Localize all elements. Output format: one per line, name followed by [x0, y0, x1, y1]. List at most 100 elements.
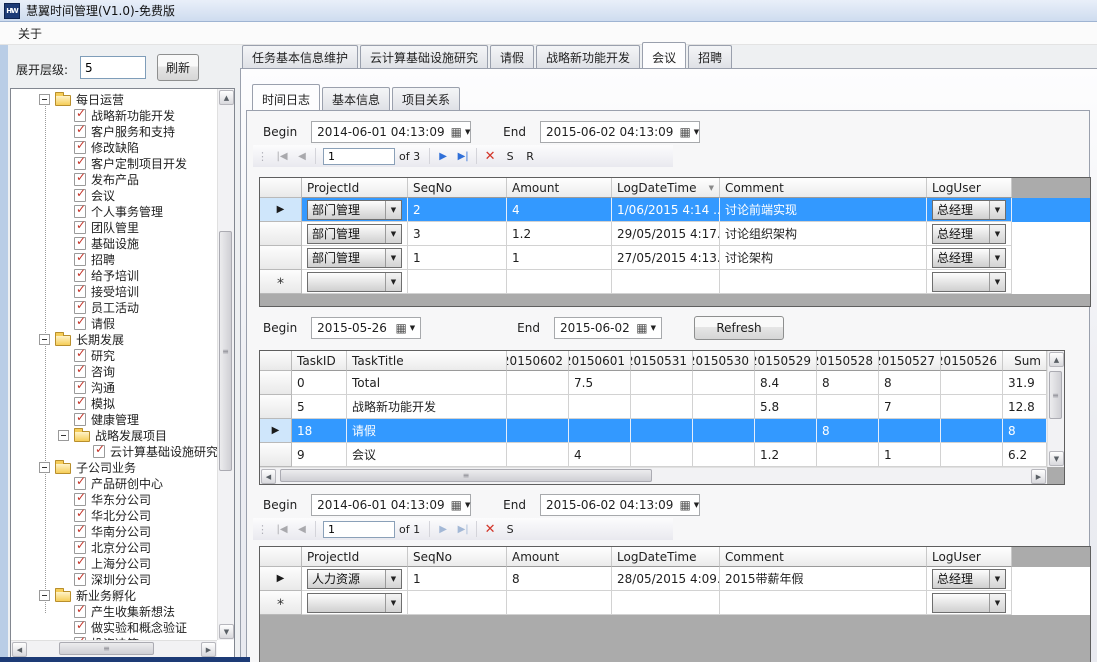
tree-item[interactable]: 华北分公司 [11, 507, 217, 523]
cell[interactable]: 1.2 [507, 222, 612, 246]
scrollbar-thumb[interactable]: ≡ [59, 642, 154, 655]
tree-item[interactable]: 请假 [11, 315, 217, 331]
cell[interactable]: 会议 [347, 443, 507, 467]
tree-item[interactable]: 个人事务管理 [11, 203, 217, 219]
cell-combobox[interactable]: 部门管理▼ [307, 224, 402, 244]
scrollbar-thumb[interactable]: ≡ [280, 469, 652, 482]
end-datetime-picker[interactable]: 2015-06-02 04:13:09 ▦ ▼ [540, 121, 700, 143]
tab-项目关系[interactable]: 项目关系 [392, 87, 460, 110]
dropdown-arrow-icon[interactable]: ▼ [989, 201, 1005, 219]
tree-item[interactable]: 华南分公司 [11, 523, 217, 539]
cell[interactable]: 4 [569, 443, 631, 467]
cell[interactable] [941, 419, 1003, 443]
calendar-icon[interactable]: ▦ [451, 127, 462, 137]
dropdown-arrow-icon[interactable]: ▼ [385, 225, 401, 243]
cell[interactable]: 总经理▼ [927, 567, 1012, 591]
calendar-icon[interactable]: ▦ [679, 127, 690, 137]
column-header[interactable]: Amount [507, 547, 612, 567]
column-header[interactable]: 20150531 [631, 351, 693, 371]
row-header[interactable]: ▶ [260, 567, 302, 591]
cell[interactable]: 6.2 [1003, 443, 1047, 467]
table-row[interactable]: 5战略新功能开发5.8712.8 [260, 395, 1047, 419]
begin-date-picker[interactable]: 2015-05-26 ▦ ▼ [311, 317, 421, 339]
tree-item[interactable]: 深圳分公司 [11, 571, 217, 587]
cell[interactable]: 5 [292, 395, 347, 419]
table-row[interactable]: *▼▼ [260, 270, 1090, 294]
grid-horizontal-scrollbar[interactable]: ◀ ≡ ▶ [260, 467, 1047, 484]
cell[interactable]: 8 [1003, 419, 1047, 443]
tree-item[interactable]: 研究 [11, 347, 217, 363]
row-header[interactable] [260, 371, 292, 395]
cell[interactable]: ▼ [302, 591, 408, 615]
cell[interactable]: 总经理▼ [927, 246, 1012, 270]
cell[interactable]: 2 [408, 198, 507, 222]
scrollbar-thumb[interactable]: ≡ [1049, 371, 1062, 419]
end-date-picker[interactable]: 2015-06-02 ▦ ▼ [554, 317, 662, 339]
scroll-left-icon[interactable]: ◀ [12, 642, 27, 657]
row-header[interactable]: * [260, 270, 302, 294]
cell[interactable]: 1 [408, 246, 507, 270]
column-header[interactable]: 20150601 [569, 351, 631, 371]
expand-level-input[interactable] [80, 56, 146, 79]
position-input[interactable] [323, 148, 395, 165]
tree-vertical-scrollbar[interactable]: ▲ ≡ ▼ [217, 89, 234, 640]
cell[interactable]: ▼ [927, 591, 1012, 615]
cell[interactable] [631, 395, 693, 419]
dropdown-arrow-icon[interactable]: ▼ [385, 594, 401, 612]
cell[interactable]: 1 [879, 443, 941, 467]
tree-item[interactable]: 客户定制项目开发 [11, 155, 217, 171]
cell[interactable]: 8 [507, 567, 612, 591]
collapse-toggle-icon[interactable] [39, 590, 50, 601]
tree-item[interactable]: 基础设施 [11, 235, 217, 251]
move-previous-button[interactable]: ◀ [292, 519, 312, 539]
move-next-button[interactable]: ▶ [433, 146, 453, 166]
calendar-icon[interactable]: ▦ [451, 500, 462, 510]
cell[interactable] [720, 591, 927, 615]
dropdown-arrow-icon[interactable]: ▼ [465, 128, 470, 136]
tree-item[interactable]: 团队管里 [11, 219, 217, 235]
column-header[interactable]: 20150527 [879, 351, 941, 371]
column-header[interactable]: TaskTitle [347, 351, 507, 371]
table-row[interactable]: 9会议41.216.2 [260, 443, 1047, 467]
dropdown-arrow-icon[interactable]: ▼ [989, 273, 1005, 291]
move-last-button[interactable]: ▶| [453, 519, 473, 539]
tree-item[interactable]: 咨询 [11, 363, 217, 379]
cell[interactable] [693, 443, 755, 467]
cell[interactable] [612, 591, 720, 615]
move-next-button[interactable]: ▶ [433, 519, 453, 539]
cell[interactable] [693, 395, 755, 419]
dropdown-arrow-icon[interactable]: ▼ [694, 501, 699, 509]
move-last-button[interactable]: ▶| [453, 146, 473, 166]
tree-item[interactable]: 云计算基础设施研究 [11, 443, 217, 459]
end-datetime-picker[interactable]: 2015-06-02 04:13:09 ▦ ▼ [540, 494, 700, 516]
cell[interactable] [507, 443, 569, 467]
cell[interactable]: 部门管理▼ [302, 246, 408, 270]
collapse-toggle-icon[interactable] [39, 334, 50, 345]
dropdown-arrow-icon[interactable]: ▼ [410, 324, 415, 332]
cell[interactable]: 部门管理▼ [302, 198, 408, 222]
row-header[interactable] [260, 443, 292, 467]
cell[interactable] [941, 443, 1003, 467]
row-header[interactable] [260, 222, 302, 246]
tab-招聘[interactable]: 招聘 [688, 45, 732, 68]
row-header[interactable] [260, 246, 302, 270]
row-header[interactable]: ▶ [260, 198, 302, 222]
cell[interactable]: 请假 [347, 419, 507, 443]
cell[interactable] [693, 371, 755, 395]
tree-item[interactable]: 沟通 [11, 379, 217, 395]
column-header[interactable]: LogUser [927, 178, 1012, 198]
cell[interactable]: ▼ [927, 270, 1012, 294]
tree-item[interactable]: 员工活动 [11, 299, 217, 315]
titlebar[interactable]: HW 慧翼时间管理(V1.0)-免费版 [0, 0, 1097, 22]
tab-战略新功能开发[interactable]: 战略新功能开发 [536, 45, 640, 68]
cell-combobox[interactable]: 总经理▼ [932, 569, 1006, 589]
calendar-icon[interactable]: ▦ [395, 323, 406, 333]
column-header[interactable]: TaskID [292, 351, 347, 371]
cell[interactable]: ▼ [302, 270, 408, 294]
cell[interactable] [817, 395, 879, 419]
column-header[interactable]: LogUser [927, 547, 1012, 567]
cell-combobox[interactable]: 总经理▼ [932, 224, 1006, 244]
row-header[interactable]: ▶ [260, 419, 292, 443]
tab-请假[interactable]: 请假 [490, 45, 534, 68]
column-header[interactable]: ProjectId [302, 547, 408, 567]
